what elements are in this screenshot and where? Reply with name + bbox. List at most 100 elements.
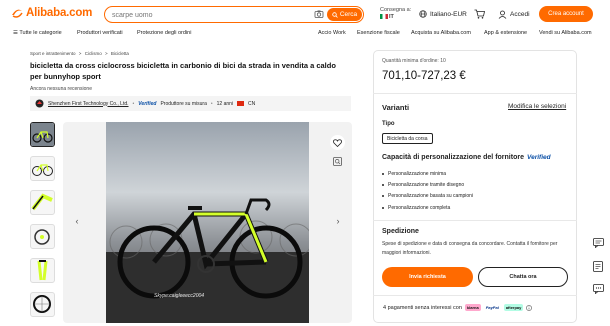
search-button-label: Cerca	[339, 11, 358, 18]
login-link[interactable]: Accedi	[498, 10, 530, 19]
payment-options: 4 pagamenti senza interessi con klarna P…	[383, 304, 533, 311]
payments-text: 4 pagamenti senza interessi con	[383, 304, 462, 311]
variants-edit-link[interactable]: Modifica le selezioni	[508, 103, 566, 110]
nav-item-app[interactable]: App & estensione	[484, 30, 527, 36]
customization-list: Personalizzazione minima Personalizzazio…	[382, 168, 473, 213]
chevron-left-icon: ‹	[75, 216, 79, 226]
login-label: Accedi	[510, 11, 530, 18]
chat-now-button[interactable]: Chatta ora	[478, 267, 568, 287]
support-button[interactable]	[589, 282, 607, 296]
nav-item-tax-exemption[interactable]: Esenzione fiscale	[357, 30, 400, 36]
breadcrumb-item[interactable]: Bicicletta	[111, 51, 129, 56]
thumbnail-5[interactable]	[30, 258, 55, 283]
camera-icon[interactable]	[314, 9, 324, 19]
favorite-button[interactable]	[330, 135, 345, 150]
supplier-logo-icon	[35, 99, 44, 108]
info-icon[interactable]	[526, 304, 533, 311]
chat-icon	[592, 238, 604, 248]
bike-thumbnail-icon	[32, 164, 53, 176]
alibaba-logo[interactable]: Alibaba.com	[11, 7, 92, 19]
italy-flag-icon	[380, 14, 388, 20]
thumbnail-list	[30, 122, 56, 326]
language-label: Italiano-EUR	[430, 10, 467, 18]
thumbnail-3[interactable]	[30, 190, 55, 215]
search-bar: Cerca	[104, 6, 364, 23]
product-photo: Skype:caigleeecc2004	[106, 122, 313, 323]
customization-item: Personalizzazione minima	[382, 168, 473, 179]
logo-text: Alibaba.com	[26, 7, 93, 19]
nav-bar: ☰ Tutte le categorie Produttori verifica…	[0, 28, 610, 41]
variants-title: Varianti	[382, 103, 410, 112]
customization-item: Personalizzazione basata su campioni	[382, 191, 473, 202]
customization-item: Personalizzazione tramite disegno	[382, 179, 473, 190]
prev-image-button[interactable]: ‹	[70, 214, 84, 228]
divider-dot: •	[210, 100, 213, 107]
afterpay-logo: afterpay	[503, 304, 524, 311]
search-icon	[332, 11, 338, 18]
globe-icon	[419, 10, 427, 18]
thumbnail-4[interactable]	[30, 224, 55, 249]
customization-item: Personalizzazione completa	[382, 202, 473, 213]
breadcrumb-item[interactable]: Ciclismo	[85, 51, 102, 56]
shipping-text: Spese di spedizione e data di consegna d…	[382, 241, 558, 256]
product-title: bicicletta da cross ciclocross biciclett…	[30, 61, 336, 81]
reviews-status: Ancora nessuna recensione	[30, 86, 92, 92]
nav-item-sell[interactable]: Vendi su Alibaba.com	[539, 30, 592, 36]
zoom-button[interactable]	[331, 155, 344, 168]
nav-item-verified-producers[interactable]: Produttori verificati	[77, 30, 123, 36]
customization-title-text: Capacità di personalizzazione del fornit…	[382, 154, 524, 161]
create-account-button[interactable]: Crea account	[539, 6, 593, 22]
expand-icon	[333, 157, 342, 166]
user-icon	[498, 10, 507, 19]
thumbnail-2[interactable]	[30, 156, 55, 181]
nav-item-buy[interactable]: Acquista su Alibaba.com	[411, 30, 471, 36]
china-flag-icon	[237, 101, 245, 106]
thumbnail-6[interactable]	[30, 292, 55, 317]
thumbnail-1[interactable]	[30, 122, 55, 147]
supplier-name-link[interactable]: Shenzhen First Technology Co., Ltd.	[48, 101, 129, 107]
shipping-title: Spedizione	[382, 228, 419, 235]
type-option-chip[interactable]: Bicicletta da corsa	[382, 133, 433, 144]
supplier-years: 12 anni	[216, 100, 234, 107]
customization-title: Capacità di personalizzazione del fornit…	[382, 154, 551, 161]
wheel-detail-icon	[33, 295, 51, 313]
header: Alibaba.com Cerca Consegna a: IT Italian…	[0, 0, 610, 28]
bicycle-image	[106, 198, 313, 323]
min-order-quantity: Quantità minima d'ordine: 10	[382, 58, 446, 64]
supplier-country: CN	[248, 100, 256, 107]
paypal-logo: PayPal	[485, 305, 499, 310]
all-categories-button[interactable]: ☰ Tutte le categorie	[13, 30, 62, 36]
price-range: 701,10-727,23 €	[382, 70, 466, 82]
divider-dot: •	[132, 100, 135, 107]
ship-to[interactable]: Consegna a: IT	[380, 7, 411, 21]
breadcrumb-item[interactable]: Sport e intrattenimento	[30, 51, 76, 56]
search-button[interactable]: Cerca	[327, 8, 362, 21]
messages-button[interactable]	[589, 236, 607, 250]
next-image-button[interactable]: ›	[331, 214, 345, 228]
orders-button[interactable]	[589, 259, 607, 273]
frame-detail-icon	[31, 193, 53, 211]
image-watermark: Skype:caigleeecc2004	[154, 293, 205, 299]
nav-item-accio-work[interactable]: Accio Work	[318, 30, 346, 36]
type-label: Tipo	[382, 121, 395, 127]
verified-badge: Verified	[526, 154, 551, 161]
heart-icon	[333, 138, 342, 147]
divider	[373, 220, 577, 221]
search-input[interactable]	[112, 9, 302, 21]
main-product-image: Skype:caigleeecc2004 ‹ ›	[63, 122, 352, 323]
document-icon	[593, 260, 603, 272]
all-categories-label: Tutte le categorie	[19, 30, 62, 36]
crank-detail-icon	[34, 229, 50, 245]
fork-detail-icon	[37, 260, 48, 281]
divider	[373, 295, 577, 296]
supplier-type: Produttore su misura	[160, 100, 207, 107]
send-inquiry-button[interactable]: Invia richiesta	[382, 267, 473, 287]
breadcrumb-separator: >	[104, 51, 108, 56]
support-chat-icon	[592, 284, 604, 294]
breadcrumb-separator: >	[78, 51, 82, 56]
supplier-bar: Shenzhen First Technology Co., Ltd. • Ve…	[30, 96, 351, 111]
nav-item-order-protection[interactable]: Protezione degli ordini	[137, 30, 191, 36]
verified-badge: Verified	[138, 100, 157, 107]
cart-icon[interactable]	[474, 9, 485, 19]
language-selector[interactable]: Italiano-EUR	[419, 10, 467, 18]
